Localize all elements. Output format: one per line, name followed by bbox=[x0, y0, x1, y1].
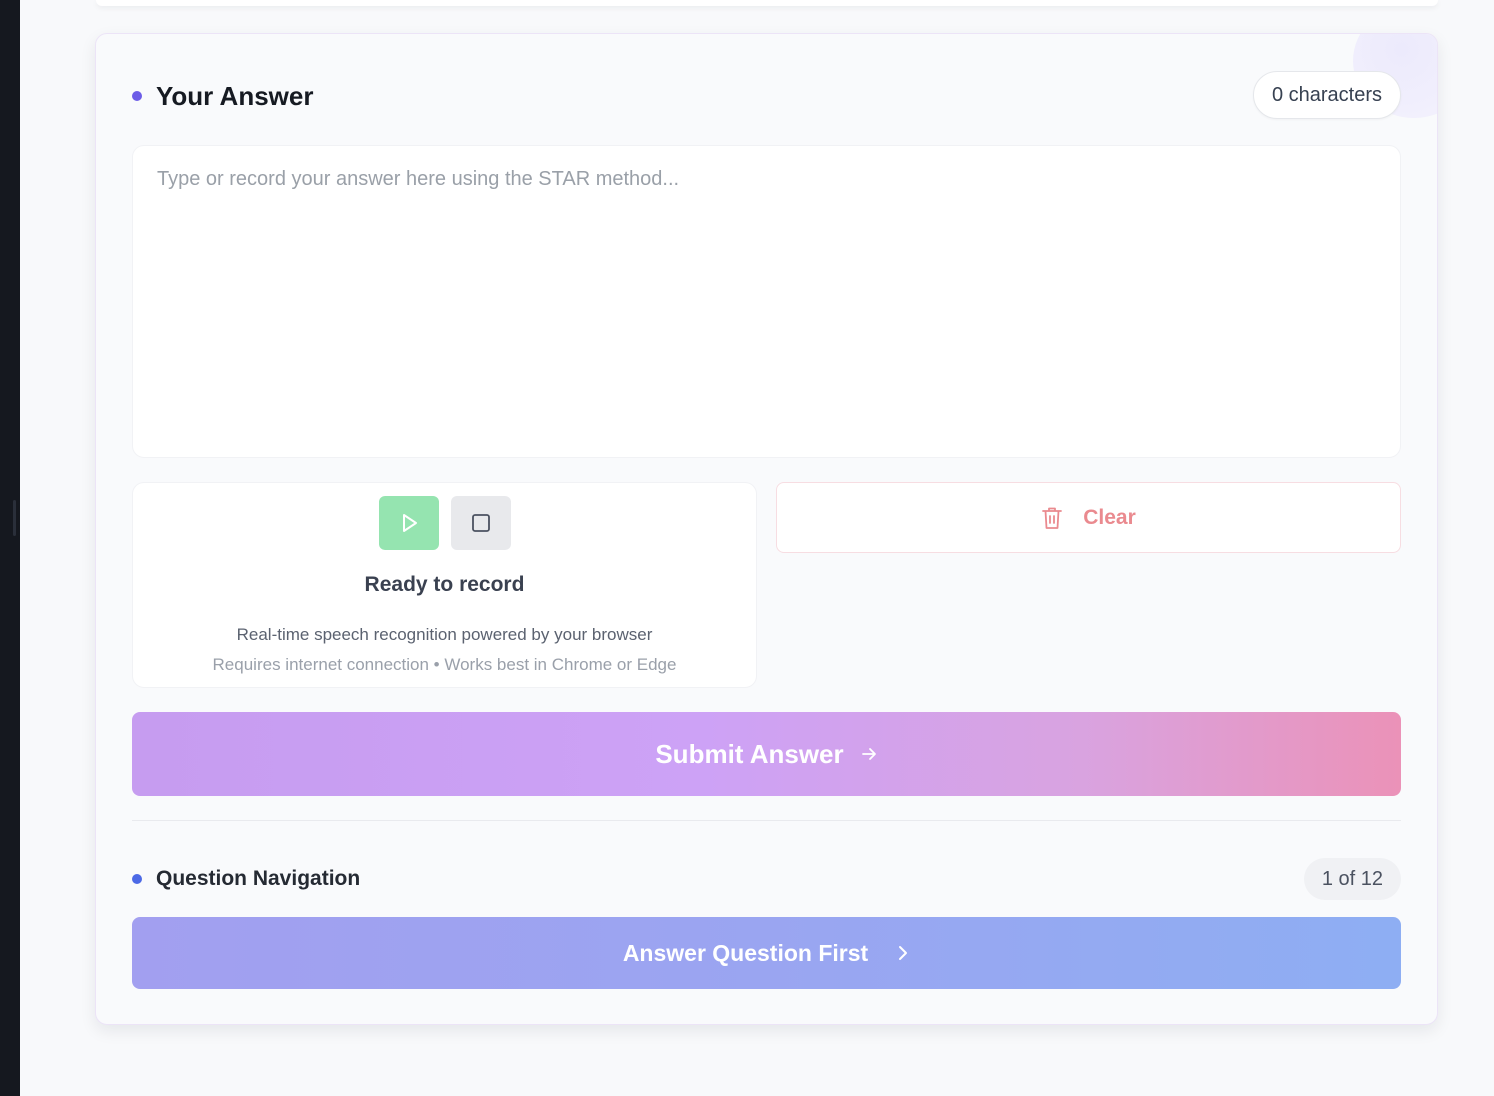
answer-card: Your Answer 0 characters Ready to record… bbox=[95, 33, 1438, 1025]
clear-label: Clear bbox=[1083, 505, 1136, 529]
start-recording-button[interactable] bbox=[379, 496, 439, 550]
page-background: Your Answer 0 characters Ready to record… bbox=[20, 0, 1494, 1096]
next-label: Answer Question First bbox=[622, 939, 869, 966]
submit-answer-button[interactable]: Submit Answer bbox=[132, 712, 1401, 796]
section-dot-icon bbox=[132, 91, 142, 101]
stop-icon bbox=[472, 514, 490, 532]
play-icon bbox=[403, 514, 417, 532]
recording-status: Ready to record bbox=[364, 573, 525, 596]
voice-recorder-panel: Ready to record Real-time speech recogni… bbox=[132, 482, 757, 688]
arrow-right-icon bbox=[861, 748, 876, 760]
navigation-title: Question Navigation bbox=[156, 867, 361, 890]
left-panel-edge bbox=[0, 0, 20, 1096]
navigation-dot-icon bbox=[132, 874, 142, 884]
next-question-button[interactable]: Answer Question First bbox=[132, 917, 1401, 989]
section-divider bbox=[132, 820, 1401, 821]
character-count-badge: 0 characters bbox=[1252, 71, 1401, 119]
question-position-badge: 1 of 12 bbox=[1303, 858, 1401, 900]
speech-recognition-note: Real-time speech recognition powered by … bbox=[236, 625, 653, 644]
previous-card-edge bbox=[96, 0, 1438, 6]
navigation-header: Question Navigation 1 of 12 bbox=[132, 858, 1401, 900]
trash-icon bbox=[1042, 507, 1063, 529]
submit-label: Submit Answer bbox=[655, 738, 844, 769]
chevron-right-icon bbox=[899, 946, 908, 960]
answer-header: Your Answer 0 characters bbox=[132, 70, 1401, 122]
resize-handle[interactable] bbox=[13, 500, 16, 536]
answer-textarea[interactable] bbox=[132, 145, 1401, 458]
clear-button[interactable]: Clear bbox=[776, 482, 1401, 553]
browser-requirements-note: Requires internet connection • Works bes… bbox=[212, 655, 677, 674]
answer-title: Your Answer bbox=[156, 81, 314, 111]
stop-recording-button[interactable] bbox=[451, 496, 511, 550]
